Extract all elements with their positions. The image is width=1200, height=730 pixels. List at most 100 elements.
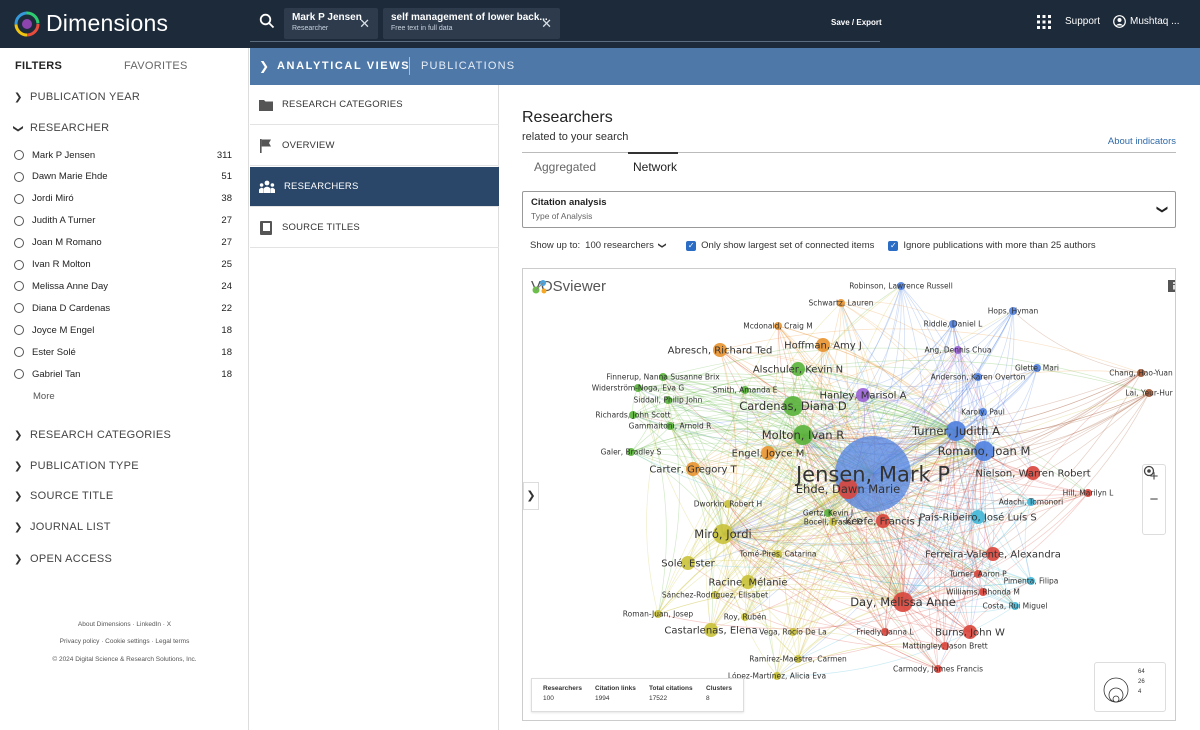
radio-button[interactable] — [14, 150, 24, 160]
node-label[interactable]: Day, Melissa Anne — [850, 595, 956, 609]
network-visualization[interactable]: Jensen, Mark P Ehde, Dawn Marie Miró, Jord… — [522, 268, 1176, 721]
connected-items-checkbox[interactable]: ✓ — [686, 240, 697, 251]
node-label[interactable]: Alschuler, Kevin N — [753, 365, 843, 376]
publications-link[interactable]: PUBLICATIONS — [421, 60, 515, 72]
node-label[interactable]: Mattingley, Jason Brett — [902, 642, 988, 651]
about-indicators-link[interactable]: About indicators — [1108, 136, 1176, 147]
radio-button[interactable] — [14, 369, 24, 379]
radio-button[interactable] — [14, 281, 24, 292]
node-label[interactable]: Solé, Ester — [661, 558, 715, 570]
node-label[interactable]: Molton, Ivan R — [762, 428, 844, 442]
apps-grid-icon[interactable] — [1037, 15, 1051, 29]
node-label[interactable]: Gammaitoni, Arnold R — [629, 422, 712, 431]
node-label[interactable]: Widerström-Noga, Eva G — [592, 384, 685, 393]
node-label[interactable]: Ferreira-Valente, Alexandra — [925, 550, 1061, 561]
node-label[interactable]: Chang, Hao-Yuan — [1109, 369, 1173, 378]
recenter-button[interactable] — [1143, 465, 1165, 534]
user-menu[interactable]: Mushtaq ... — [1113, 15, 1179, 28]
node-label[interactable]: Miró, Jordi — [694, 527, 751, 541]
radio-button[interactable] — [14, 171, 24, 182]
node-label[interactable]: Carmody, James Francis — [893, 665, 983, 674]
researcher-filter-item[interactable]: Joan M Romano 27 — [14, 236, 234, 250]
researcher-filter-item[interactable]: Gabriel Tan 18 — [14, 367, 234, 381]
filter-publication-year[interactable]: ❯ PUBLICATION YEAR — [14, 91, 140, 103]
remove-chip-icon[interactable]: ✕ — [359, 16, 370, 32]
researcher-filter-item[interactable]: Diana D Cardenas 22 — [14, 301, 234, 315]
node-label[interactable]: Hops, Hyman — [988, 307, 1039, 316]
network-graph[interactable]: Jensen, Mark PEhde, Dawn MarieMiró, Jord… — [523, 269, 1176, 721]
node-label[interactable]: Turner, Aaron P — [948, 570, 1007, 579]
node-label[interactable]: Engel, Joyce M — [732, 449, 805, 460]
radio-button[interactable] — [14, 325, 24, 336]
node-label[interactable]: Roy, Rubén — [724, 613, 767, 622]
node-label[interactable]: Racine, Mélanie — [709, 577, 788, 589]
node-label[interactable]: Nielson, Warren Robert — [975, 469, 1090, 480]
tab-network[interactable]: Network — [633, 160, 677, 174]
search-bar[interactable]: Mark P Jensen Researcher ✕ self manageme… — [250, 0, 880, 42]
filter-publication-type[interactable]: ❯ PUBLICATION TYPE — [14, 460, 139, 472]
researcher-filter-item[interactable]: Joyce M Engel 18 — [14, 323, 234, 337]
researcher-filter-item[interactable]: Ester Solé 18 — [14, 345, 234, 359]
tab-aggregated[interactable]: Aggregated — [534, 160, 596, 174]
node-label[interactable]: Siddall, Philip John — [634, 396, 703, 405]
node-label[interactable]: Adachi, Tomonori — [999, 498, 1063, 507]
show-up-to-select[interactable]: 100 researchers ❯ — [585, 240, 667, 251]
node-label[interactable]: Anderson, Karen Overton — [931, 373, 1026, 382]
node-label[interactable]: Burns, John W — [935, 628, 1005, 639]
node-label[interactable]: Carter, Gregory T — [649, 465, 737, 476]
node-label[interactable]: Sánchez-Rodríguez, Elisabet — [662, 591, 768, 600]
expand-panel-button[interactable]: ❯ — [523, 482, 539, 510]
search-chip-freetext[interactable]: self management of lower back... Free te… — [383, 8, 560, 39]
nav-source-titles[interactable]: SOURCE TITLES — [250, 208, 499, 248]
radio-button[interactable] — [14, 215, 24, 226]
more-link[interactable]: More — [33, 391, 55, 402]
radio-button[interactable] — [14, 237, 24, 248]
chevron-right-icon[interactable]: ❯ — [259, 59, 269, 73]
node-label[interactable]: Pimenta, Filipa — [1004, 577, 1059, 586]
filter-open-access[interactable]: ❯ OPEN ACCESS — [14, 553, 112, 565]
ignore-publications-checkbox[interactable]: ✓ — [888, 240, 899, 251]
node-label[interactable]: Tomé-Pires, Catarina — [738, 550, 816, 559]
node-label[interactable]: Karoly, Paul — [961, 408, 1005, 417]
researcher-filter-item[interactable]: Ivan R Molton 25 — [14, 258, 234, 272]
node-label[interactable]: Ang, Dennis Chua — [924, 346, 991, 355]
filter-researcher[interactable]: ❯ RESEARCHER — [13, 122, 110, 134]
node-label[interactable]: Friedly, Janna L — [856, 628, 914, 637]
node-label[interactable]: Smith, Amanda E — [713, 386, 778, 395]
researcher-filter-item[interactable]: Melissa Anne Day 24 — [14, 279, 234, 293]
node-label[interactable]: Glette, Mari — [1015, 364, 1059, 373]
node-label[interactable]: Hill, Marilyn L — [1063, 489, 1115, 498]
node-label[interactable]: Abresch, Richard Ted — [668, 346, 773, 357]
researcher-filter-item[interactable]: Mark P Jensen 311 — [14, 148, 234, 162]
info-icon[interactable] — [1167, 279, 1176, 293]
zoom-out-button[interactable]: − — [1143, 488, 1165, 511]
save-export-button[interactable]: Save / Export — [831, 18, 882, 27]
node-label[interactable]: Mcdonald, Craig M — [743, 322, 813, 331]
nav-research-categories[interactable]: RESEARCH CATEGORIES — [250, 85, 499, 125]
search-chip-researcher[interactable]: Mark P Jensen Researcher ✕ — [284, 8, 378, 39]
radio-button[interactable] — [14, 347, 24, 358]
researcher-filter-item[interactable]: Dawn Marie Ehde 51 — [14, 170, 234, 184]
tab-favorites[interactable]: FAVORITES — [124, 60, 188, 72]
filter-source-title[interactable]: ❯ SOURCE TITLE — [14, 490, 113, 502]
remove-chip-icon[interactable]: ✕ — [541, 16, 552, 32]
radio-button[interactable] — [14, 303, 24, 314]
node-label[interactable]: Vega, Rocío De La — [759, 628, 826, 637]
node-label[interactable]: Riddle, Daniel L — [924, 320, 984, 329]
search-icon[interactable] — [259, 13, 275, 29]
node-label[interactable]: Bocell, Fraser D — [804, 518, 863, 527]
node-label[interactable]: Roman-Juan, Josep — [623, 610, 694, 619]
node-label[interactable]: Ramírez-Maestre, Carmen — [749, 655, 847, 664]
node-label[interactable]: Robinson, Lawrence Russell — [849, 282, 953, 291]
node-label[interactable]: Williams, Rhonda M — [946, 588, 1020, 597]
node-label[interactable]: Galer, Bradley S — [601, 448, 662, 457]
radio-button[interactable] — [14, 259, 24, 270]
nav-overview[interactable]: OVERVIEW — [250, 126, 499, 166]
radio-button[interactable] — [14, 193, 24, 204]
footer-legal[interactable]: Privacy policy · Cookie settings · Legal… — [0, 638, 249, 645]
node-label[interactable]: Hoffman, Amy J — [784, 341, 862, 352]
support-link[interactable]: Support — [1065, 16, 1100, 27]
researcher-filter-item[interactable]: Judith A Turner 27 — [14, 214, 234, 228]
node-label[interactable]: Romano, Joan M — [938, 444, 1031, 458]
node-label[interactable]: Turner, Judith A — [911, 424, 1000, 438]
